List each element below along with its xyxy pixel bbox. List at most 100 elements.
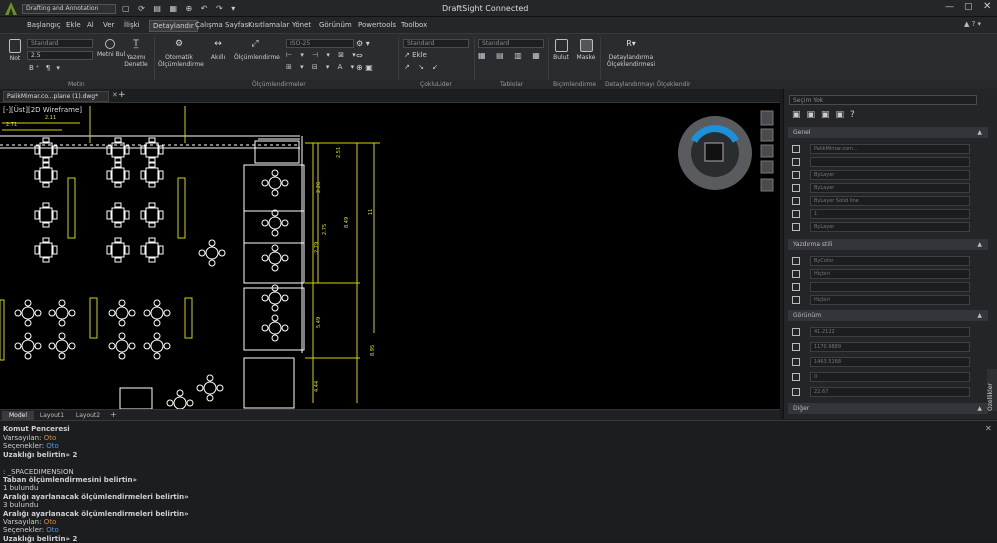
text-height-select[interactable]: 2.5 [27,51,93,60]
property-value[interactable]: 41.2122 [810,327,970,337]
properties-side-tab[interactable]: Özellikler [987,369,997,411]
section-gorunum[interactable]: Görünüm ▲ [788,310,988,321]
property-row[interactable]: ByLayer [792,170,972,180]
property-row[interactable]: 22.67 [792,387,972,397]
mask-button[interactable]: Maske [576,39,596,61]
dimension-tools-row1[interactable]: ⊢ ▾ ⊣ ▾ ⊠ ▾ [286,51,359,59]
layer-icon [792,145,800,153]
table-tools[interactable]: ▦ ▤ ▥ ▦ [478,51,544,60]
property-value[interactable]: 22.67 [810,387,970,397]
smart-dimension-button[interactable]: ↔ Akıllı [207,39,229,61]
property-value[interactable]: ByLayer [810,183,970,193]
property-row[interactable] [792,282,972,292]
property-value[interactable]: 0 [810,372,970,382]
menu-iliski[interactable]: İlişki [124,21,140,29]
dimension-tools-row2[interactable]: ⊞ ▾ ⊟ ▾ A ▾ [286,63,357,71]
property-value[interactable] [810,157,970,167]
find-text-button[interactable]: Metni Bul [97,39,125,58]
property-row[interactable]: ByLayer Solid line [792,196,972,206]
menu-ekle[interactable]: Ekle [66,21,81,29]
zoom-icon [792,343,800,351]
command-window[interactable]: Komut Penceresi ✕ Varsayılan: Oto Seçenek… [0,420,997,543]
property-value[interactable]: Hiçbiri [810,269,970,279]
dim-style-select[interactable]: ISO-25 [286,39,354,48]
menu-al[interactable]: Al [87,21,94,29]
document-tab-label: PalikMimar.co...plane (1).dwg* [7,93,99,100]
section-genel-label: Genel [793,129,811,136]
dimension-button[interactable]: ⤢ Ölçümlendirme [234,39,280,61]
selection-filter-select[interactable]: Seçim Yok [789,95,977,105]
property-row[interactable]: 41.2122 [792,327,972,337]
auto-dimension-button[interactable]: ⚙ Otomatik Ölçümlendirme [158,39,204,68]
leader-style-select[interactable]: Standard [403,39,469,48]
quick-access-toolbar: ▢ ⟳ ▤ ▦ ⊕ ↶ ↷ ▾ [122,4,239,13]
property-value[interactable]: ByLayer Solid line [810,196,970,206]
property-row[interactable]: 1170.9889 [792,342,972,352]
property-row[interactable]: Hiçbiri [792,295,972,305]
property-value[interactable]: ByLayer [810,222,970,232]
property-value[interactable]: ByLayer [810,170,970,180]
drawing-canvas[interactable]: [-][Üst][2D Wireframe] 2.71 2.11 2.51 2.… [0,103,780,409]
property-value[interactable] [810,282,970,292]
command-line-text: Seçenekler: [3,526,47,535]
tab-layout1[interactable]: Layout1 [36,411,68,420]
properties-toolbar[interactable]: ▣▣▣▣? [792,110,861,120]
view-cube[interactable] [678,116,752,190]
text-style-select[interactable]: Standard [27,39,93,48]
document-tab[interactable]: PalikMimar.co...plane (1).dwg* [3,91,109,102]
section-diger[interactable]: Diğer ▲ [788,403,988,414]
property-value[interactable]: Hiçbiri [810,295,970,305]
leader-tools[interactable]: ↗ ↘ ↙ [404,63,441,71]
add-layout-button[interactable]: + [110,410,117,419]
menu-yonet[interactable]: Yönet [292,21,311,29]
menu-toolbox[interactable]: Toolbox [401,21,427,29]
property-row[interactable]: ByColor [792,256,972,266]
maximize-button[interactable]: ▢ [964,2,973,12]
dimension-text: 2.75 [322,224,328,235]
property-value[interactable]: 1170.9889 [810,342,970,352]
workspace-select[interactable]: Drafting and Annotation [22,4,116,14]
property-value[interactable]: ByColor [810,256,970,266]
close-button[interactable]: ✕ [983,1,991,12]
mask-label: Maske [576,54,596,61]
new-tab-button[interactable]: + [118,90,126,100]
linestyle-icon [792,197,800,205]
menu-powertools[interactable]: Powertools [358,21,396,29]
spell-check-button[interactable]: T̲ Yazımı Denetle [124,39,148,68]
property-row[interactable]: Hiçbiri [792,269,972,279]
tab-model[interactable]: Model [2,411,34,420]
property-row[interactable]: ByLayer [792,222,972,232]
property-row[interactable]: 1463.5168 [792,357,972,367]
tab-layout2[interactable]: Layout2 [72,411,104,420]
section-yazdirma[interactable]: Yazdırma stili ▲ [788,239,988,250]
dimension-tools-col[interactable]: ⚙ ▾ ⇔ ⊕ ▣ [356,38,373,74]
command-window-close-icon[interactable]: ✕ [985,424,992,433]
menu-ver[interactable]: Ver [103,21,114,29]
command-line: Seçenekler: Oto [3,442,59,450]
property-row[interactable]: PalikMimar.com... [792,144,972,154]
property-row[interactable]: 0 [792,372,972,382]
table-style-select[interactable]: Standard [478,39,544,48]
note-button[interactable]: Not [6,39,24,62]
property-row[interactable]: ByLayer [792,183,972,193]
property-value[interactable]: PalikMimar.com... [810,144,970,154]
section-genel[interactable]: Genel ▲ [788,127,988,138]
scale-annotation-button[interactable]: R▾ Detaylandırma Ölçeklendirmesi [605,39,657,68]
property-row[interactable]: 1 [792,209,972,219]
menu-kisitlamalar[interactable]: Kısıtlamalar [248,21,289,29]
menu-detaylandir[interactable]: Detaylandır [149,20,198,32]
app-logo-icon[interactable] [5,2,17,15]
menu-calisma-sayfasi[interactable]: Çalışma Sayfası [195,21,250,29]
menu-baslangic[interactable]: Başlangıç [27,21,61,29]
cloud-button[interactable]: Bulut [552,39,570,61]
property-row[interactable] [792,157,972,167]
property-value[interactable]: 1463.5168 [810,357,970,367]
document-tab-close-icon[interactable]: ✕ [112,91,118,99]
document-tabs: PalikMimar.co...plane (1).dwg* ✕ + [0,89,780,103]
text-format-icons[interactable]: B⁺ ¶ ▾ [29,64,62,72]
leader-add-button[interactable]: ↗ Ekle [404,51,427,59]
menu-gorunum[interactable]: Görünüm [319,21,352,29]
help-icon[interactable]: ▲ ? ▾ [964,20,981,28]
minimize-button[interactable]: — [945,2,954,12]
property-value[interactable]: 1 [810,209,970,219]
